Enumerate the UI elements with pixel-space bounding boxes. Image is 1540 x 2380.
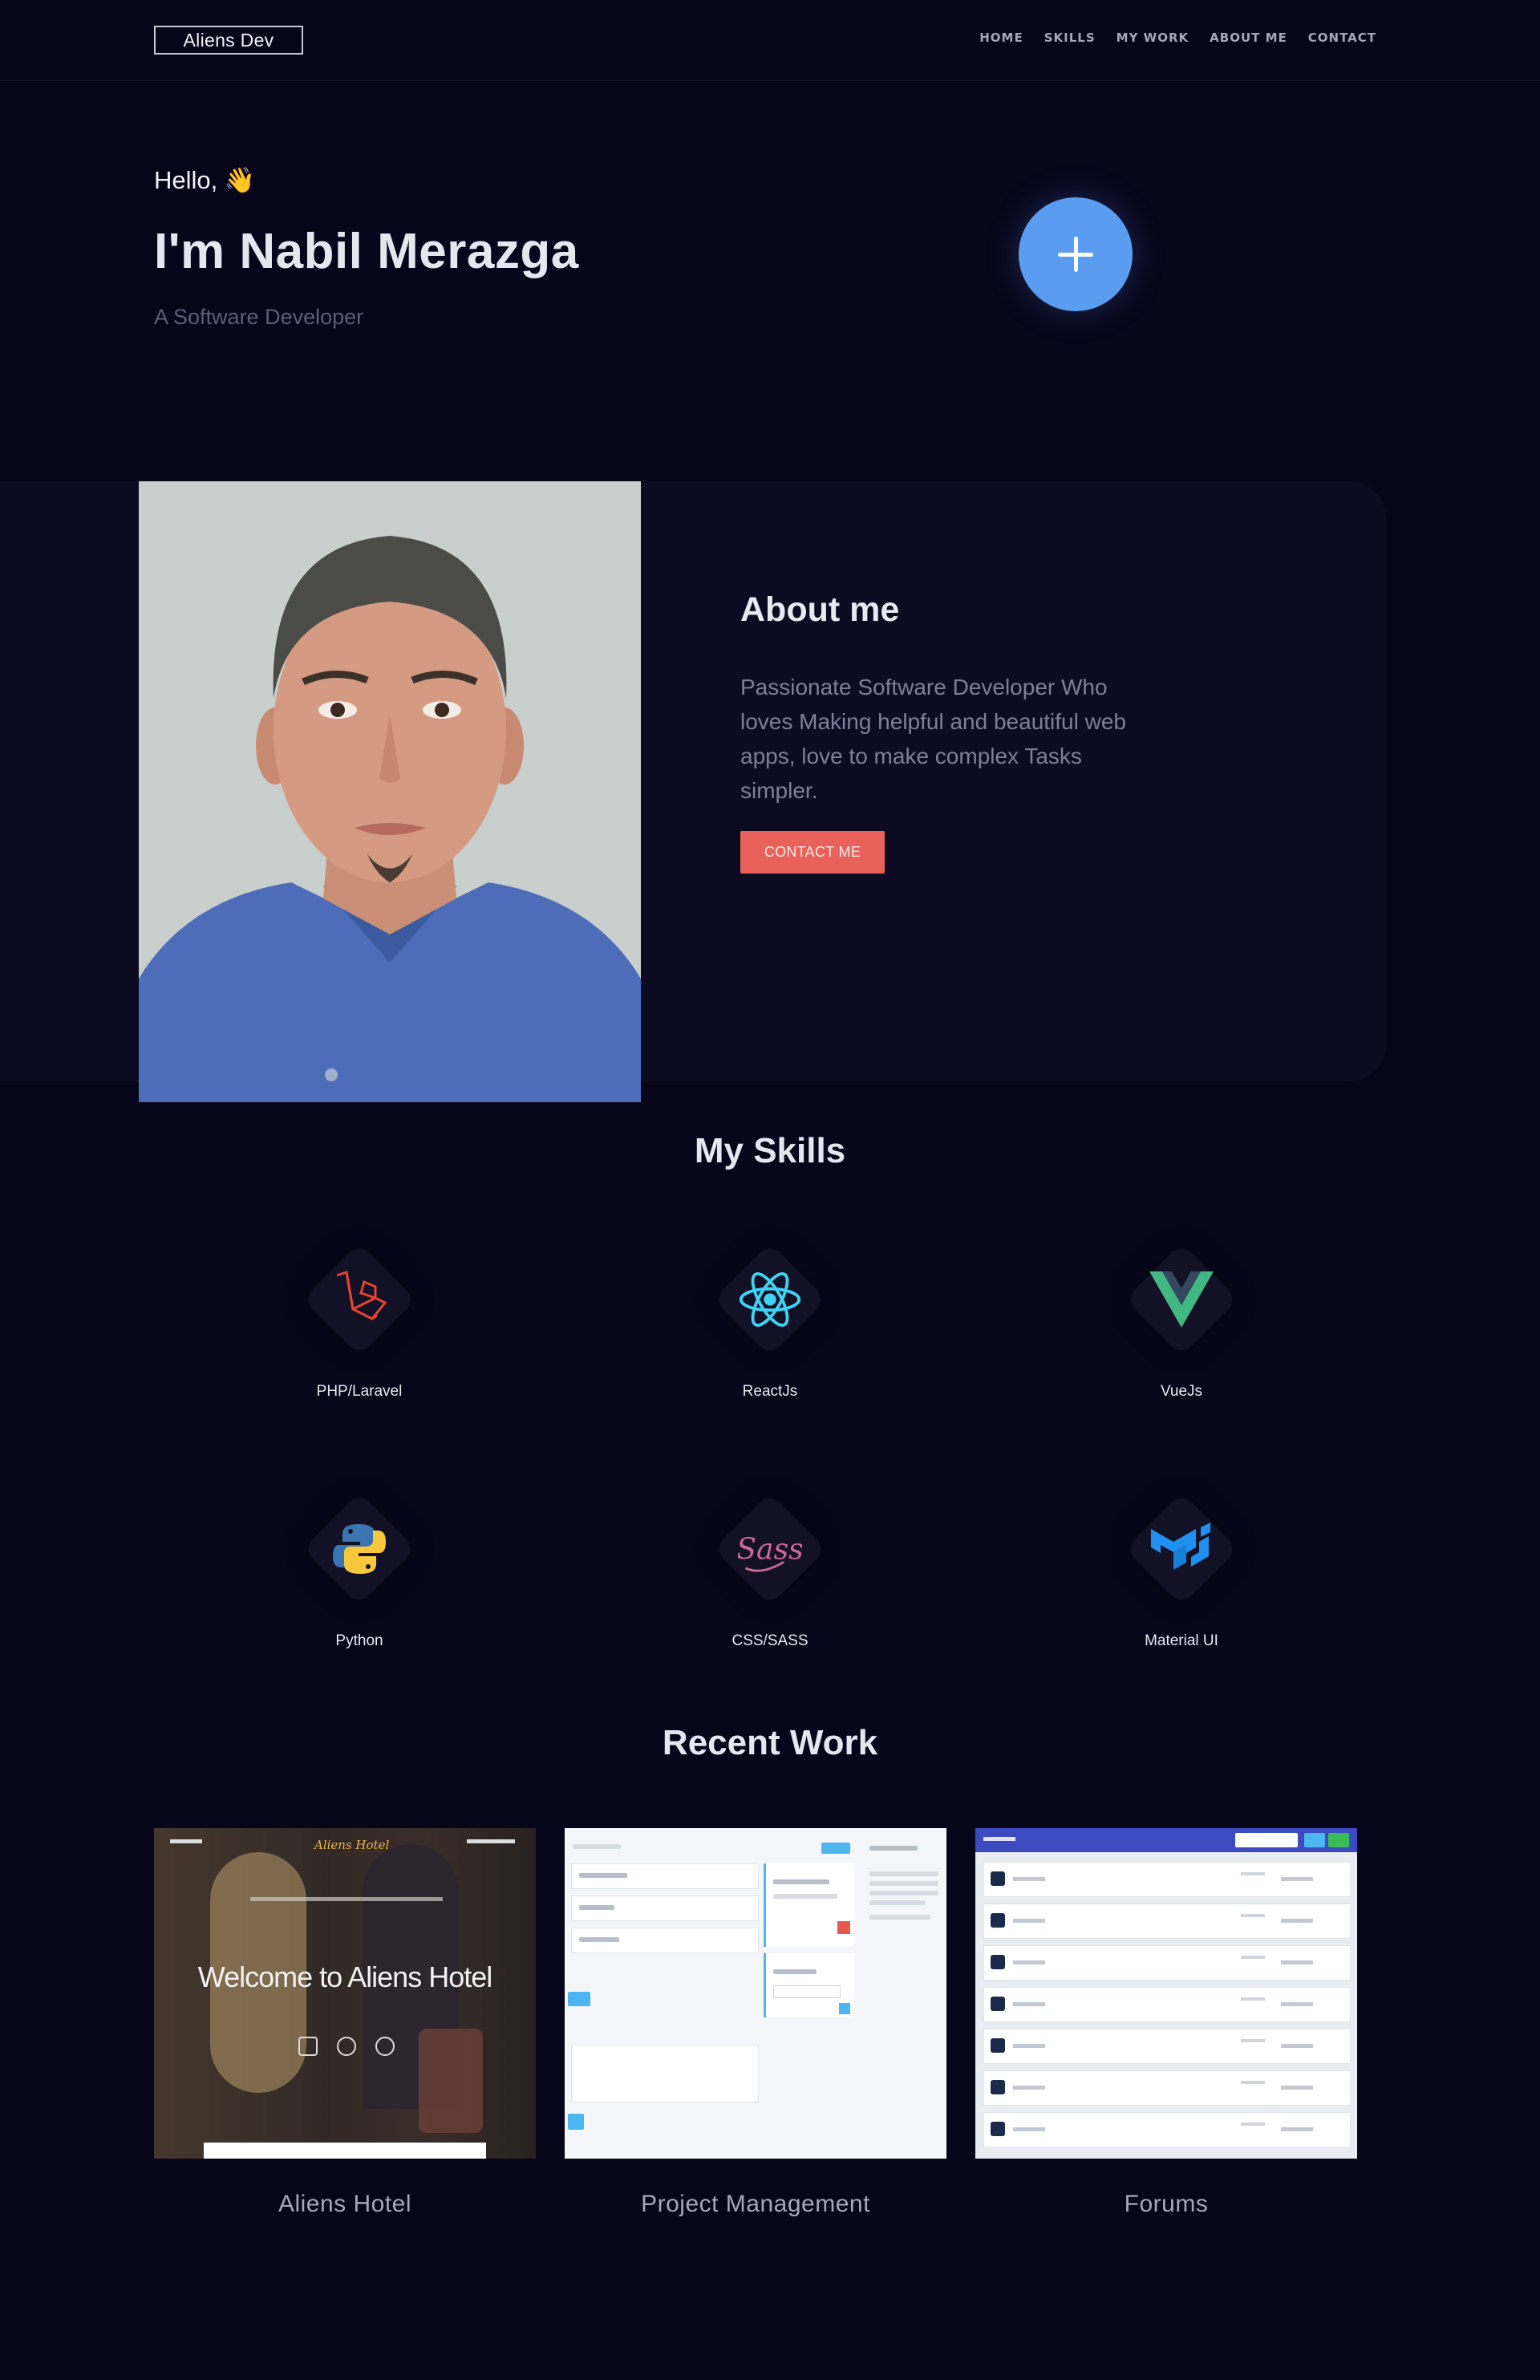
react-icon [738, 1267, 802, 1332]
forum-thumb-row [983, 2070, 1351, 2106]
work-item-aliens-hotel[interactable]: Aliens Hotel Welcome to Aliens Hotel Ali… [154, 1828, 536, 2218]
skill-label: VueJs [1160, 1383, 1203, 1400]
thumb-welcome-text: Welcome to Aliens Hotel [197, 1960, 493, 1993]
vue-icon [1149, 1267, 1214, 1332]
forum-thumb-row [983, 2112, 1351, 2147]
skill-reactjs: ReactJs [666, 1235, 874, 1401]
work-item-forums[interactable]: Forums [975, 1828, 1357, 2218]
laravel-icon [327, 1267, 391, 1332]
work-title: Project Management [641, 2191, 870, 2217]
svg-text:Sass: Sass [738, 1531, 802, 1566]
profile-photo [139, 481, 641, 1102]
skill-label: Material UI [1145, 1632, 1218, 1649]
work-item-project-management[interactable]: Project Management [565, 1828, 946, 2218]
work-title: Forums [1124, 2191, 1209, 2217]
hero-name: I'm Nabil Merazga [154, 224, 579, 279]
skills-title: My Skills [694, 1131, 846, 1170]
nav-link-contact[interactable]: CONTACT [1308, 30, 1376, 45]
nav-link-skills[interactable]: SKILLS [1044, 30, 1096, 45]
skill-css-sass: Sass CSS/SASS [666, 1485, 874, 1650]
sass-icon: Sass [738, 1517, 802, 1581]
python-icon [327, 1517, 391, 1581]
hero-greeting: Hello, 👋 [154, 166, 256, 194]
skill-label: ReactJs [742, 1383, 798, 1400]
about-text: Passionate Software Developer Who loves … [740, 675, 1126, 803]
forum-thumb-row [983, 1904, 1351, 1939]
plus-button[interactable] [1019, 197, 1133, 311]
forum-thumb-row [983, 1945, 1351, 1981]
about-title: About me [740, 590, 900, 629]
skill-label: Python [335, 1632, 383, 1649]
material-ui-icon [1149, 1517, 1214, 1581]
brand-logo[interactable]: Aliens Dev [154, 26, 303, 55]
skill-label: PHP/Laravel [316, 1383, 403, 1400]
recent-work-title: Recent Work [662, 1723, 878, 1762]
forum-thumb-row [983, 2029, 1351, 2064]
forum-thumb-row [983, 1987, 1351, 2022]
work-thumbnail[interactable] [975, 1828, 1357, 2159]
work-thumbnail[interactable] [565, 1828, 946, 2159]
nav-link-about-me[interactable]: ABOUT ME [1210, 30, 1287, 45]
nav-link-my-work[interactable]: MY WORK [1116, 30, 1189, 45]
plus-icon [1058, 237, 1093, 272]
nav-links: HOME SKILLS MY WORK ABOUT ME CONTACT [979, 30, 1376, 45]
work-thumbnail[interactable]: Aliens Hotel Welcome to Aliens Hotel [154, 1828, 536, 2159]
skill-material-ui: Material UI [1077, 1485, 1286, 1650]
nav-link-home[interactable]: HOME [979, 30, 1023, 45]
skill-vuejs: VueJs [1077, 1235, 1286, 1401]
work-title: Aliens Hotel [278, 2191, 412, 2217]
skill-label: CSS/SASS [732, 1632, 808, 1649]
navbar: Aliens Dev HOME SKILLS MY WORK ABOUT ME … [0, 0, 1540, 81]
hero-role: A Software Developer [154, 305, 364, 329]
forum-thumb-row [983, 1862, 1351, 1897]
skill-php-laravel: PHP/Laravel [255, 1235, 464, 1401]
contact-me-button[interactable]: CONTACT ME [740, 831, 885, 874]
skill-python: Python [255, 1485, 464, 1650]
